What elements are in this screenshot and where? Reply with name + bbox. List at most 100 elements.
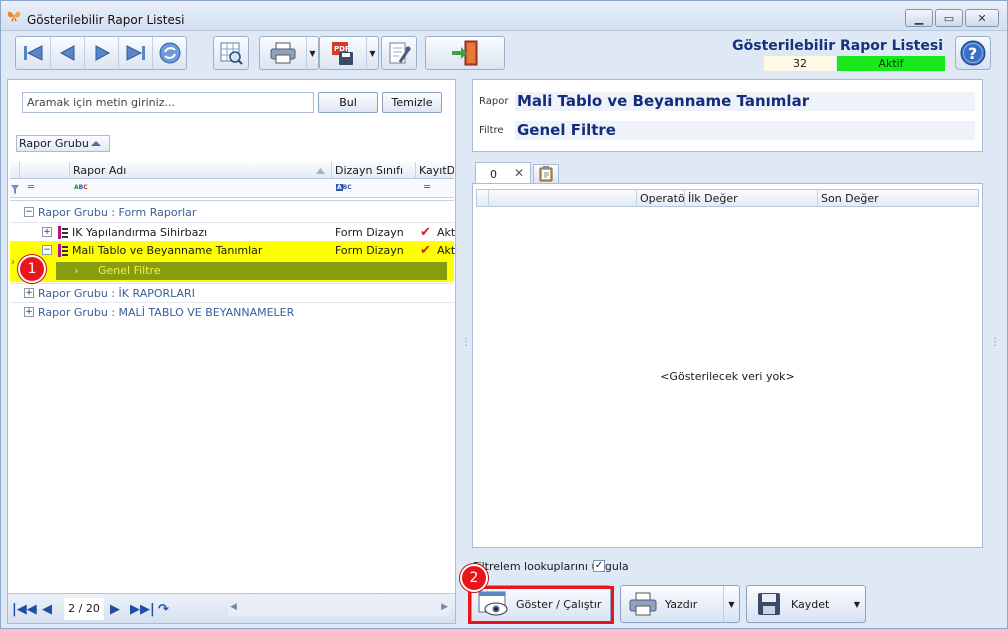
find-button[interactable]: Bul [318,92,378,113]
svg-text:?: ? [968,44,977,63]
minimize-icon: ▁ [914,11,924,25]
col-son-deger[interactable]: Son Değer [818,190,978,207]
collapse-icon[interactable]: − [42,245,52,255]
printer-icon [629,592,657,616]
apply-lookups-label: Filtrelem lookuplarını uygula [473,560,629,573]
add-tab-button[interactable] [533,164,559,184]
pager-refresh-icon[interactable]: ↷ [158,602,169,617]
splitter-handle[interactable]: ⋮ [461,338,471,348]
navigation-group [15,36,187,70]
maximize-icon: ▭ [943,11,955,25]
rapor-label: Rapor [479,96,509,107]
chevron-right-icon: › [74,264,79,277]
svg-text:PDF: PDF [334,45,350,53]
print-dropdown-arrow[interactable]: ▼ [306,37,318,69]
horizontal-scrollbar[interactable]: ◀ ▶ [228,602,450,616]
text-filter-icon: ABC [74,184,88,191]
row-indicator-icon: › [11,257,15,268]
filtre-value: Genel Filtre [515,121,975,140]
settings-icon [389,42,411,64]
tab-filter-0[interactable]: 0 ✕ [475,162,531,184]
page-indicator: 2 / 20 [64,598,104,620]
pager: |◀◀ ◀ 2 / 20 ▶ ▶▶| ↷ ◀ ▶ [8,593,455,623]
filter-grid-header: Operatör İlk Değer Son Değer [476,189,979,207]
report-icon [58,226,68,239]
pdf-export-button[interactable]: PDF [320,37,366,69]
first-record-button[interactable] [16,37,50,69]
print-icon [270,42,296,64]
col-ilk-deger[interactable]: İlk Değer [685,190,818,207]
last-record-button[interactable] [118,37,152,69]
record-count: 32 [764,56,836,71]
next-record-button[interactable] [84,37,118,69]
right-splitter-handle[interactable]: ⋮ [990,338,1000,348]
print-dropdown-arrow[interactable]: ▼ [723,586,739,622]
window-title: Gösterilebilir Rapor Listesi [27,13,185,27]
close-icon: ✕ [977,11,987,25]
maximize-button[interactable]: ▭ [935,9,963,27]
equals-operator-icon: ═ [28,182,35,193]
save-dropdown-arrow[interactable]: ▼ [849,586,865,622]
grid-header: Rapor Adı Dizayn Sınıfı KayıtDı [10,162,454,179]
expand-icon[interactable]: + [42,227,52,237]
grid-tools-group [213,36,249,70]
print-button[interactable] [260,37,306,69]
close-tab-icon[interactable]: ✕ [514,166,524,180]
print-group: ▼ [259,36,319,70]
minimize-button[interactable]: ▁ [905,9,933,27]
clipboard-icon [539,166,553,182]
settings-button[interactable] [382,37,416,69]
table-row[interactable]: + IK Yapılandırma Sihirbazı Form Dizayn … [10,222,455,241]
exit-button[interactable] [426,37,504,69]
report-icon [58,244,68,257]
collapse-icon[interactable]: − [24,207,34,217]
pager-last-icon[interactable]: ▶▶| [130,602,155,617]
header-title: Gösterilebilir Rapor Listesi [732,38,943,54]
save-disk-icon [758,593,780,615]
selection-info-panel: Rapor Mali Tablo ve Beyanname Tanımlar F… [472,79,983,152]
sort-asc-icon [91,141,101,146]
close-button[interactable]: ✕ [965,9,999,27]
prev-record-button[interactable] [50,37,84,69]
auto-filter-row[interactable]: ═ ABC ABC ═ [10,180,454,198]
expand-icon[interactable]: + [24,288,34,298]
grid-search-button[interactable] [214,37,248,69]
pager-first-icon[interactable]: |◀◀ [12,602,37,617]
group-row-ik-raporlari[interactable]: + Rapor Grubu : İK RAPORLARI [10,283,454,302]
scroll-left-icon[interactable]: ◀ [230,602,237,612]
app-window: Gösterilebilir Rapor Listesi ▁ ▭ ✕ ▼ PDF… [0,0,1008,629]
table-row-selected[interactable]: − Mali Tablo ve Beyanname Tanımlar Form … [10,241,455,260]
print-report-button[interactable]: Yazdır ▼ [620,585,740,623]
child-row-genel-filtre[interactable]: › Genel Filtre [56,262,447,280]
scroll-right-icon[interactable]: ▶ [441,602,448,612]
rapor-value: Mali Tablo ve Beyanname Tanımlar [515,92,975,111]
col-kayit-durumu[interactable]: KayıtDı [416,162,454,179]
expand-icon[interactable]: + [24,307,34,317]
callout-badge-1: 1 [18,255,46,283]
next-icon [95,45,110,61]
sort-asc-icon [316,168,325,174]
help-icon: ? [960,40,986,66]
equals-operator-icon: ═ [424,182,431,193]
col-operator[interactable]: Operatör [637,190,685,207]
group-row-mali-tablo[interactable]: + Rapor Grubu : MALİ TABLO VE BEYANNAMEL… [10,302,454,321]
settings-group [381,36,417,70]
refresh-button[interactable] [152,37,186,69]
status-badge: Aktif [837,56,945,71]
help-button[interactable]: ? [955,36,991,70]
export-dropdown-arrow[interactable]: ▼ [366,37,378,69]
group-by-chip[interactable]: Rapor Grubu [16,135,110,152]
search-input[interactable] [22,92,314,113]
filter-conditions-panel: Operatör İlk Değer Son Değer <Gösterilec… [472,183,983,548]
save-report-button[interactable]: Kaydet ▼ [746,585,866,623]
group-row-form-raporlar[interactable]: − Rapor Grubu : Form Raporlar [10,203,454,222]
export-group: PDF ▼ [319,36,379,70]
prev-icon [59,45,74,61]
clear-button[interactable]: Temizle [382,92,442,113]
pager-prev-icon[interactable]: ◀ [42,602,52,617]
pager-next-icon[interactable]: ▶ [110,602,120,617]
apply-lookups-checkbox[interactable]: ✓ [593,560,605,572]
col-dizayn-sinifi[interactable]: Dizayn Sınıfı [332,162,416,179]
child-row-container: › Genel Filtre [10,260,454,282]
col-rapor-adi[interactable]: Rapor Adı [70,162,332,179]
